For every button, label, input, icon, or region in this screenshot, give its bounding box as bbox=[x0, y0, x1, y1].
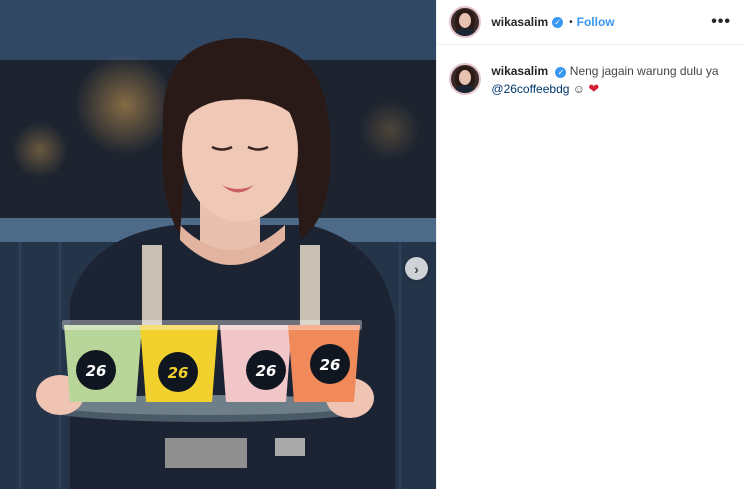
header-username[interactable]: wikasalim bbox=[491, 15, 548, 29]
post-photo-illustration: 26 26 26 26 bbox=[0, 0, 437, 489]
caption-body: Neng jagain warung dulu ya bbox=[569, 64, 719, 78]
heart-emoji-icon: ❤ bbox=[588, 81, 600, 96]
post-sidebar: wikasalim ✓ • Follow ••• wikasalim ✓ Nen… bbox=[436, 0, 745, 489]
cup-logo-3: 26 bbox=[256, 362, 277, 380]
verified-badge-icon: ✓ bbox=[555, 67, 567, 78]
mention-link[interactable]: @26coffeebdg bbox=[491, 82, 569, 96]
more-options-icon[interactable]: ••• bbox=[711, 13, 731, 31]
post-caption: wikasalim ✓ Neng jagain warung dulu ya @… bbox=[437, 45, 745, 98]
verified-badge-icon: ✓ bbox=[552, 16, 564, 28]
cup-logo-1: 26 bbox=[86, 362, 107, 380]
next-photo-button[interactable]: › bbox=[405, 257, 428, 280]
avatar[interactable] bbox=[449, 6, 482, 38]
caption-username[interactable]: wikasalim bbox=[491, 64, 548, 78]
separator-dot: • bbox=[569, 16, 573, 28]
caption-text: wikasalim ✓ Neng jagain warung dulu ya @… bbox=[491, 63, 731, 98]
cup-logo-4: 26 bbox=[320, 356, 341, 374]
post-header: wikasalim ✓ • Follow ••• bbox=[437, 0, 745, 45]
chevron-right-icon: › bbox=[414, 260, 419, 277]
follow-button[interactable]: Follow bbox=[577, 15, 615, 29]
smile-emoji-icon: ☺ bbox=[572, 82, 586, 96]
instagram-post: 26 26 26 26 › wikasalim ✓ • Follow ••• w… bbox=[0, 0, 745, 489]
post-photo[interactable]: 26 26 26 26 › bbox=[0, 0, 437, 489]
caption-avatar[interactable] bbox=[449, 63, 482, 95]
cup-logo-2: 26 bbox=[168, 364, 189, 382]
